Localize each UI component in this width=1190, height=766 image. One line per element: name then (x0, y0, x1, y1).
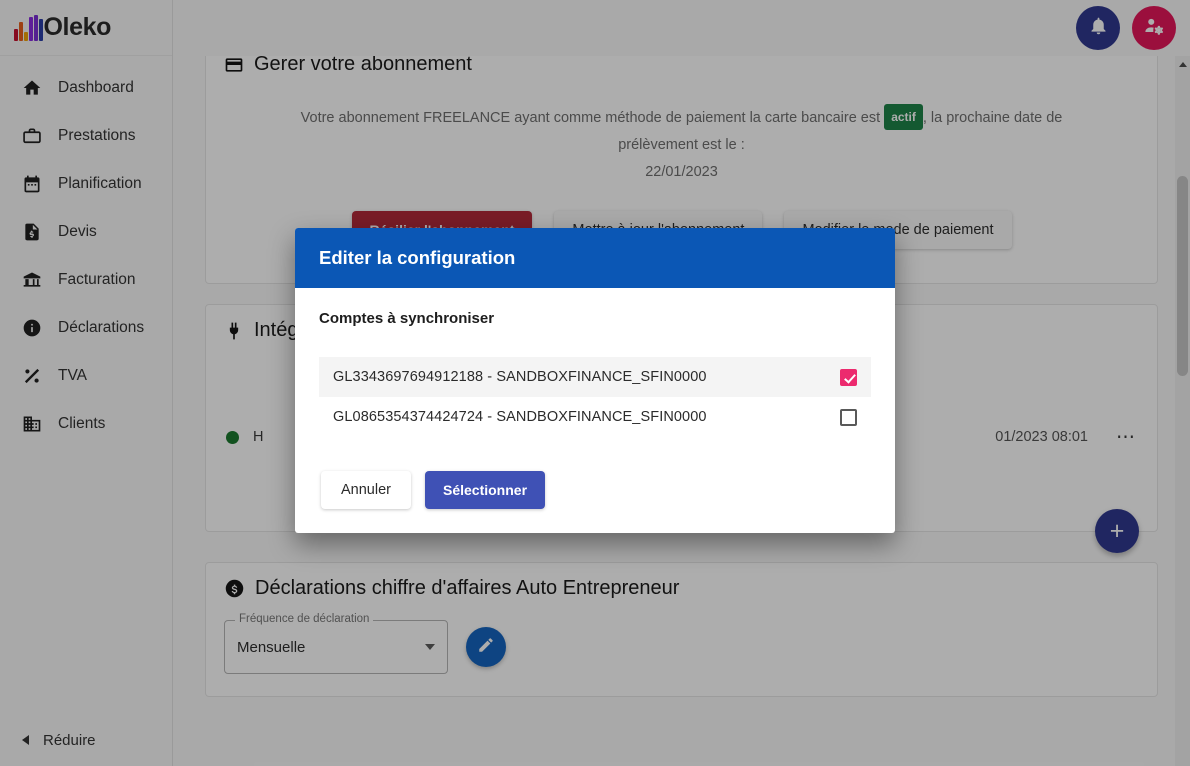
select-button[interactable]: Sélectionner (424, 471, 546, 509)
account-checkbox[interactable] (840, 408, 857, 426)
account-option-row[interactable]: GL3343697694912188 - SANDBOXFINANCE_SFIN… (319, 357, 871, 397)
account-label: GL0865354374424724 - SANDBOXFINANCE_SFIN… (333, 409, 707, 425)
dialog-title: Editer la configuration (295, 228, 895, 288)
dialog-actions: Annuler Sélectionner (319, 471, 871, 509)
edit-configuration-dialog: Editer la configuration Comptes à synchr… (295, 228, 895, 533)
account-label: GL3343697694912188 - SANDBOXFINANCE_SFIN… (333, 369, 707, 385)
dialog-subtitle: Comptes à synchroniser (319, 310, 495, 327)
cancel-button[interactable]: Annuler (321, 471, 411, 509)
account-option-row[interactable]: GL0865354374424724 - SANDBOXFINANCE_SFIN… (319, 397, 871, 437)
dialog-body: Comptes à synchroniser GL334369769491218… (295, 288, 895, 533)
account-checkbox[interactable] (840, 368, 857, 386)
